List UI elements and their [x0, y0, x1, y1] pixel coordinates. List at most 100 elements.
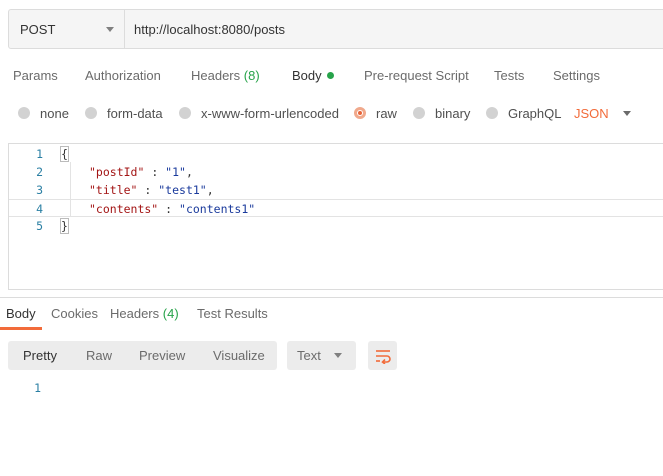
radio-label: GraphQL — [508, 105, 562, 121]
json-value: "test1" — [158, 183, 207, 197]
code-line: 5 } — [9, 217, 663, 235]
pane-divider[interactable] — [0, 297, 663, 298]
response-tab-body[interactable]: Body — [6, 304, 36, 328]
view-raw-button[interactable]: Raw — [86, 341, 112, 370]
radio-none[interactable]: none — [18, 101, 69, 125]
headers-count-badge: (4) — [162, 306, 179, 321]
tab-label: Cookies — [51, 306, 98, 321]
method-label: POST — [20, 21, 56, 37]
json-key: "postId" — [89, 165, 145, 179]
tab-authorization[interactable]: Authorization — [85, 60, 161, 92]
view-label: Visualize — [213, 348, 265, 363]
view-visualize-button[interactable]: Visualize — [213, 341, 265, 370]
code-line: 1 { — [9, 145, 663, 163]
url-input[interactable]: http://localhost:8080/posts — [125, 10, 663, 48]
tab-pre-request-script[interactable]: Pre-request Script — [364, 60, 469, 92]
request-url-bar: POST http://localhost:8080/posts — [8, 9, 663, 49]
line-number: 3 — [36, 183, 43, 197]
request-body-editor[interactable]: 1 { 2 "postId" : "1", 3 "title" : "test1… — [8, 143, 663, 290]
code-line: 3 "title" : "test1", — [9, 181, 663, 199]
active-response-tab-underline — [0, 327, 42, 330]
url-text: http://localhost:8080/posts — [134, 21, 286, 37]
tab-label: Tests — [494, 68, 525, 83]
tab-label: Headers — [191, 68, 241, 83]
body-indicator-dot-icon — [326, 72, 334, 79]
json-key: "contents" — [89, 202, 159, 216]
raw-language-label: JSON — [574, 105, 609, 121]
json-value: "contents1" — [179, 202, 256, 216]
raw-language-select[interactable]: JSON — [574, 101, 631, 125]
code-line-current: 4 "contents" : "contents1" — [9, 199, 663, 217]
radio-label: raw — [376, 105, 397, 121]
tab-label: Params — [13, 68, 58, 83]
response-tab-headers[interactable]: Headers (4) — [110, 304, 179, 328]
format-label: Text — [297, 348, 321, 363]
tab-label: Pre-request Script — [364, 68, 469, 83]
response-view-switcher: Pretty Raw Preview Visualize — [8, 341, 277, 370]
json-separator: : — [137, 183, 159, 197]
tab-label: Body — [6, 306, 36, 321]
radio-form-data[interactable]: form-data — [85, 101, 163, 125]
json-comma: , — [185, 165, 193, 179]
json-separator: : — [144, 165, 166, 179]
line-number: 1 — [36, 147, 43, 161]
radio-x-www-form-urlencoded[interactable]: x-www-form-urlencoded — [179, 101, 339, 125]
tab-label: Test Results — [197, 306, 268, 321]
code-text: } — [60, 217, 69, 235]
view-preview-button[interactable]: Preview — [139, 341, 185, 370]
response-format-select[interactable]: Text — [287, 341, 356, 370]
radio-button-icon — [18, 107, 30, 119]
method-select[interactable]: POST — [9, 10, 125, 48]
code-text: "postId" : "1", — [89, 163, 193, 181]
tab-params[interactable]: Params — [13, 60, 58, 92]
view-pretty-button[interactable]: Pretty — [23, 341, 57, 370]
radio-graphql[interactable]: GraphQL — [486, 101, 561, 125]
line-number: 5 — [36, 219, 43, 233]
chevron-down-icon — [106, 26, 114, 32]
json-key: "title" — [89, 183, 138, 197]
radio-label: x-www-form-urlencoded — [201, 105, 339, 121]
radio-raw[interactable]: raw — [354, 101, 397, 125]
radio-label: form-data — [107, 105, 163, 121]
tab-headers[interactable]: Headers (8) — [191, 60, 260, 92]
tab-label: Authorization — [85, 68, 161, 83]
code-text: "title" : "test1", — [89, 181, 214, 199]
body-type-selector: none form-data x-www-form-urlencoded raw… — [0, 101, 663, 125]
wrap-lines-button[interactable] — [368, 341, 397, 370]
response-tab-test-results[interactable]: Test Results — [197, 304, 268, 328]
radio-button-icon — [486, 107, 498, 119]
radio-label: none — [40, 105, 69, 121]
tab-body[interactable]: Body — [292, 60, 334, 92]
response-line-number: 1 — [34, 381, 41, 395]
radio-binary[interactable]: binary — [413, 101, 470, 125]
tab-tests[interactable]: Tests — [494, 60, 524, 92]
headers-count-badge: (8) — [243, 68, 260, 83]
radio-button-icon — [413, 107, 425, 119]
view-label: Raw — [86, 348, 113, 363]
radio-button-icon — [85, 107, 97, 119]
wrap-lines-icon — [375, 349, 391, 364]
code-text: "contents" : "contents1" — [89, 200, 255, 218]
response-tab-cookies[interactable]: Cookies — [51, 304, 98, 328]
json-value: "1" — [165, 165, 186, 179]
code-line: 2 "postId" : "1", — [9, 163, 663, 181]
line-number: 4 — [36, 202, 43, 216]
radio-label: binary — [435, 105, 471, 121]
close-brace: } — [60, 218, 69, 234]
tab-settings[interactable]: Settings — [553, 60, 600, 92]
radio-button-checked-icon — [354, 107, 366, 119]
json-comma: , — [206, 183, 214, 197]
request-tabs: Params Authorization Headers (8) Body Pr… — [0, 60, 663, 152]
radio-button-icon — [179, 107, 191, 119]
chevron-down-icon — [333, 353, 342, 358]
open-brace: { — [60, 146, 69, 162]
tab-label: Body — [292, 68, 322, 83]
view-label: Pretty — [23, 348, 57, 363]
code-text: { — [60, 145, 69, 163]
view-label: Preview — [139, 348, 186, 363]
tab-label: Settings — [553, 68, 600, 83]
json-separator: : — [158, 202, 180, 216]
line-number: 2 — [36, 165, 43, 179]
chevron-down-icon — [622, 110, 631, 116]
tab-label: Headers — [110, 306, 160, 321]
